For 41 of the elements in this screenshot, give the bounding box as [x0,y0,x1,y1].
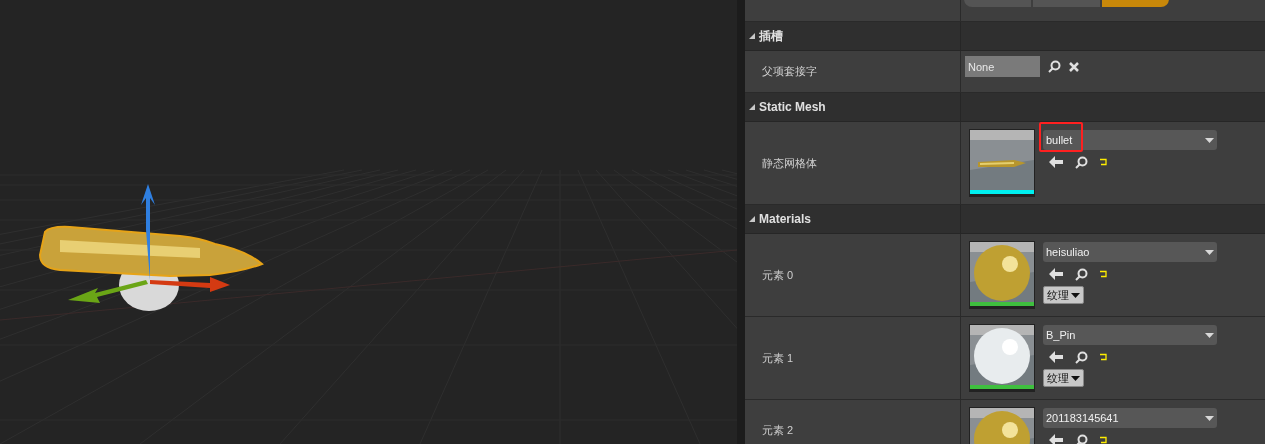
caret-icon [1205,137,1214,143]
reset-icon[interactable] [1100,353,1108,361]
arrow-left-icon[interactable] [1049,434,1063,444]
texture-dropdown[interactable]: 纹理 [1043,369,1084,387]
caret-icon [1071,292,1080,298]
property-label: 元素 2 [762,423,794,438]
property-label: 静态网格体 [762,155,817,171]
expand-triangle-icon[interactable] [749,33,755,39]
property-label: 父项套接字 [762,64,817,80]
asset-dropdown[interactable]: B_Pin [1043,325,1217,345]
asset-type-bar [970,190,1034,194]
caret-icon [1205,332,1214,338]
asset-dropdown[interactable]: heisuliao [1043,242,1217,262]
asset-dropdown[interactable]: bullet [1043,130,1217,150]
property-label: 元素 1 [762,350,794,366]
arrow-left-icon[interactable] [1049,156,1063,168]
search-icon[interactable] [1075,267,1088,281]
asset-type-bar [970,302,1034,306]
caret-icon [1071,375,1080,381]
texture-dropdown[interactable]: 纹理 [1043,286,1084,304]
caret-icon [1205,249,1214,255]
socket-field[interactable]: None [965,56,1040,77]
expand-triangle-icon[interactable] [749,104,755,110]
asset-type-bar [970,385,1034,389]
reset-icon[interactable] [1100,158,1108,166]
section-title: Static Mesh [759,99,826,116]
caret-icon [1205,415,1214,421]
search-icon[interactable] [1075,155,1088,169]
property-label: 元素 0 [762,267,794,283]
arrow-left-icon[interactable] [1049,351,1063,363]
reset-icon[interactable] [1100,436,1108,444]
reset-icon[interactable] [1100,270,1108,278]
section-title: Materials [759,211,812,228]
expand-triangle-icon[interactable] [749,216,755,222]
section-title: 插槽 [759,28,783,45]
search-icon[interactable] [1075,433,1088,444]
close-icon[interactable] [1069,61,1079,72]
search-icon[interactable] [1048,60,1061,73]
search-icon[interactable] [1075,350,1088,364]
asset-dropdown[interactable]: 201183145641 [1043,408,1217,428]
arrow-left-icon[interactable] [1049,268,1063,280]
